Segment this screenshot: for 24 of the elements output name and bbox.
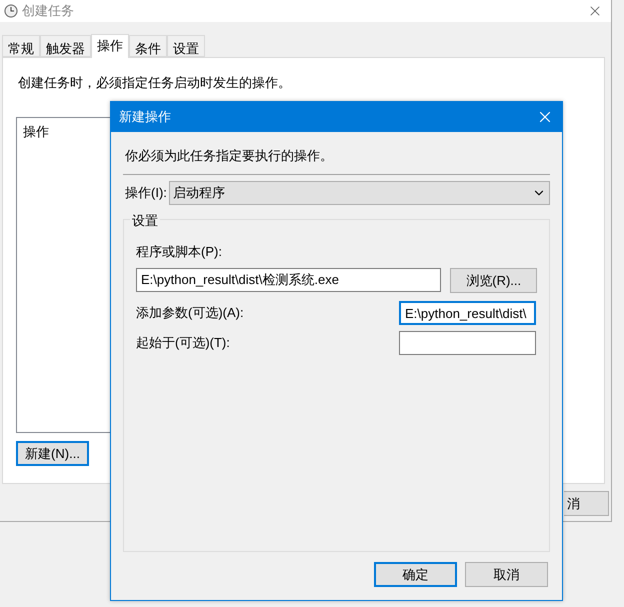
dialog-title: 新建操作	[119, 108, 171, 126]
text-field[interactable]: E:\python_result\dist\	[399, 301, 536, 325]
field-label: 起始于(可选)(T):	[136, 334, 230, 352]
tab[interactable]: 设置	[167, 35, 205, 57]
action-label: 操作(I):	[125, 184, 167, 202]
column-header: 操作	[23, 123, 49, 141]
tab[interactable]: 触发器	[40, 35, 91, 57]
field-label: 程序或脚本(P):	[136, 242, 223, 261]
text-field[interactable]: E:\python_result\dist\检测系统.exe	[136, 268, 442, 292]
dialog-button[interactable]: 取消	[465, 562, 548, 587]
dialog-button[interactable]: 确定	[374, 562, 457, 587]
clock-icon	[4, 4, 18, 18]
text-field[interactable]	[399, 331, 536, 355]
new-button[interactable]: 新建(N)...	[16, 441, 89, 466]
tab[interactable]: 操作	[91, 34, 129, 58]
field-label: 添加参数(可选)(A):	[136, 304, 244, 322]
action-dropdown[interactable]: 启动程序	[168, 180, 550, 204]
window-title: 创建任务	[22, 2, 74, 20]
cancel-button[interactable]: 消	[564, 491, 609, 516]
instruction-text: 你必须为此任务指定要执行的操作。	[125, 147, 334, 165]
browse-button[interactable]: 浏览(R)...	[450, 268, 537, 293]
tab[interactable]: 常规	[2, 35, 40, 57]
description-text: 创建任务时，必须指定任务启动时发生的操作。	[18, 74, 291, 92]
tab[interactable]: 条件	[129, 35, 167, 57]
